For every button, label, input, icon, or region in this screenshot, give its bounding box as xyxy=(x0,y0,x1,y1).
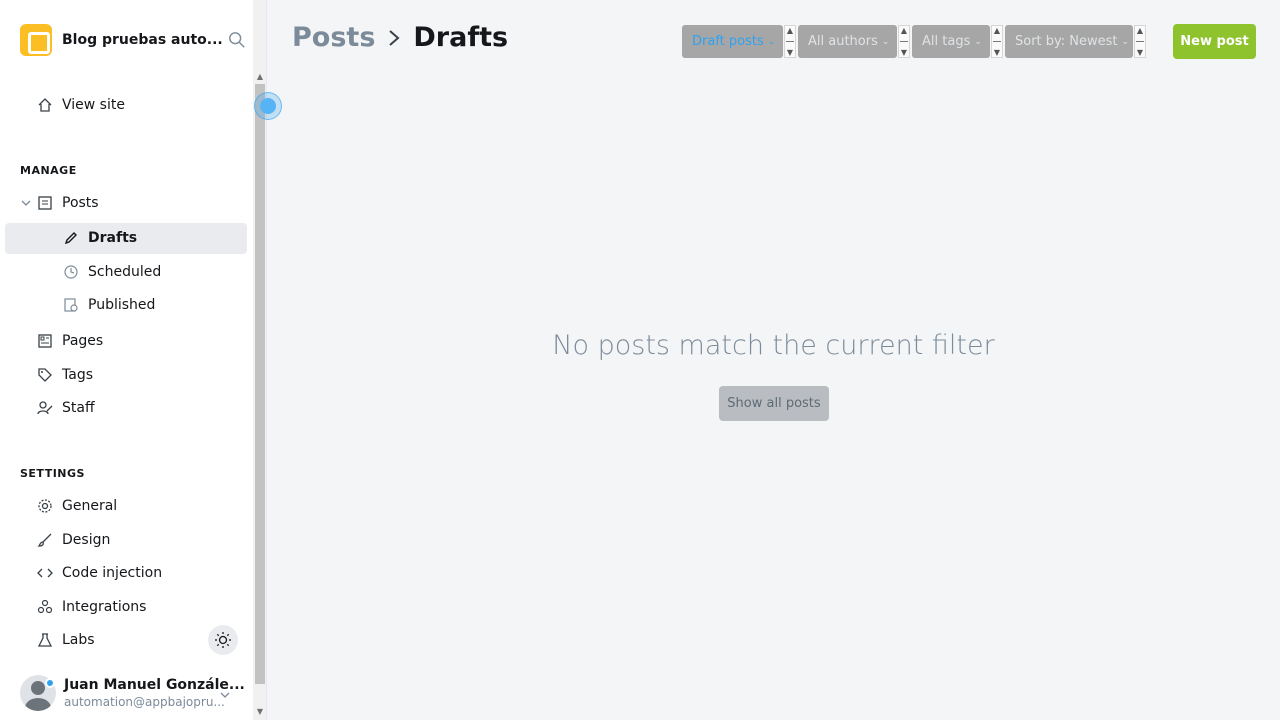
tag-filter-label: All tags xyxy=(922,34,971,49)
gear-icon xyxy=(36,497,54,515)
user-name: Juan Manuel Gonzále... xyxy=(64,677,245,693)
blog-logo xyxy=(20,24,52,56)
home-icon xyxy=(36,96,54,114)
breadcrumb: Posts Drafts xyxy=(292,22,508,53)
page-title: Drafts xyxy=(413,22,509,53)
chevron-down-icon: ⌄ xyxy=(974,36,982,47)
theme-toggle[interactable] xyxy=(208,625,238,655)
sidebar-item-posts[interactable]: Posts xyxy=(36,194,99,212)
tag-icon xyxy=(36,366,54,384)
settings-heading: SETTINGS xyxy=(20,467,85,480)
tag-filter-select[interactable]: All tags ⌄ xyxy=(912,25,990,58)
status-dot xyxy=(45,678,55,688)
integrations-icon xyxy=(36,598,54,616)
chevron-down-icon[interactable] xyxy=(20,197,32,209)
brush-icon xyxy=(36,531,54,549)
view-site-label: View site xyxy=(62,97,125,113)
sidebar-item-design[interactable]: Design xyxy=(36,531,110,549)
author-filter-stepper[interactable]: ▲ ▼ xyxy=(898,25,910,58)
pages-icon xyxy=(36,332,54,350)
sidebar-item-integrations[interactable]: Integrations xyxy=(36,598,146,616)
chevron-down-icon: ⌄ xyxy=(881,36,890,47)
type-filter-stepper[interactable]: ▲ ▼ xyxy=(784,25,796,58)
blog-title: Blog pruebas auto... xyxy=(62,32,223,48)
posts-icon xyxy=(36,194,54,212)
type-filter-select[interactable]: Draft posts ⌄ xyxy=(682,25,783,58)
manage-heading: MANAGE xyxy=(20,164,77,177)
breadcrumb-posts[interactable]: Posts xyxy=(292,22,375,53)
chevron-right-icon xyxy=(389,29,400,46)
labs-label: Labs xyxy=(62,632,95,648)
new-post-button[interactable]: New post xyxy=(1173,24,1256,59)
type-filter-label: Draft posts xyxy=(692,34,764,49)
published-icon xyxy=(62,296,80,314)
posts-label: Posts xyxy=(62,195,99,211)
show-all-posts-button[interactable]: Show all posts xyxy=(719,386,829,421)
sidebar: Blog pruebas auto... View site MANAGE Po… xyxy=(0,0,253,720)
integrations-label: Integrations xyxy=(62,599,147,615)
cursor-indicator xyxy=(254,92,282,120)
scheduled-label: Scheduled xyxy=(88,264,162,280)
sidebar-item-scheduled[interactable]: Scheduled xyxy=(62,263,161,281)
sun-icon xyxy=(215,632,231,648)
sidebar-item-tags[interactable]: Tags xyxy=(36,366,93,384)
author-filter-select[interactable]: All authors ⌄ xyxy=(798,25,897,58)
clock-icon xyxy=(62,263,80,281)
author-filter-label: All authors xyxy=(808,34,878,49)
brand[interactable]: Blog pruebas auto... xyxy=(20,24,223,56)
sidebar-item-labs[interactable]: Labs xyxy=(36,631,95,649)
view-site-link[interactable]: View site xyxy=(36,96,125,114)
scroll-down-arrow[interactable]: ▼ xyxy=(255,707,265,717)
pencil-icon xyxy=(62,229,80,247)
chevron-down-icon: ⌄ xyxy=(1121,36,1130,47)
staff-icon xyxy=(36,399,54,417)
search-icon[interactable] xyxy=(228,31,246,49)
chevron-down-icon: ⌄ xyxy=(767,36,776,47)
sort-select[interactable]: Sort by: Newest ⌄ xyxy=(1005,25,1133,58)
flask-icon xyxy=(36,631,54,649)
sort-label: Sort by: Newest xyxy=(1015,34,1118,49)
sidebar-item-code-injection[interactable]: Code injection xyxy=(36,564,162,582)
pages-label: Pages xyxy=(62,333,104,349)
sort-stepper[interactable]: ▲ ▼ xyxy=(1134,25,1146,58)
tag-filter-stepper[interactable]: ▲ ▼ xyxy=(991,25,1003,58)
drafts-label: Drafts xyxy=(88,230,138,246)
scrollbar-thumb[interactable] xyxy=(255,84,265,684)
sidebar-item-general[interactable]: General xyxy=(36,497,117,515)
sidebar-item-drafts[interactable]: Drafts xyxy=(62,229,137,247)
empty-state-message: No posts match the current filter xyxy=(552,330,995,361)
chevron-down-icon[interactable] xyxy=(219,689,231,701)
sidebar-item-published[interactable]: Published xyxy=(62,296,155,314)
sidebar-item-staff[interactable]: Staff xyxy=(36,399,95,417)
scroll-up-arrow[interactable]: ▲ xyxy=(255,72,265,82)
code-injection-label: Code injection xyxy=(62,565,163,581)
general-label: General xyxy=(62,498,118,514)
design-label: Design xyxy=(62,532,111,548)
sidebar-item-pages[interactable]: Pages xyxy=(36,332,103,350)
code-icon xyxy=(36,564,54,582)
published-label: Published xyxy=(88,297,156,313)
user-email: automation@appbajopru... xyxy=(64,695,225,709)
tags-label: Tags xyxy=(62,367,93,383)
staff-label: Staff xyxy=(62,400,95,416)
